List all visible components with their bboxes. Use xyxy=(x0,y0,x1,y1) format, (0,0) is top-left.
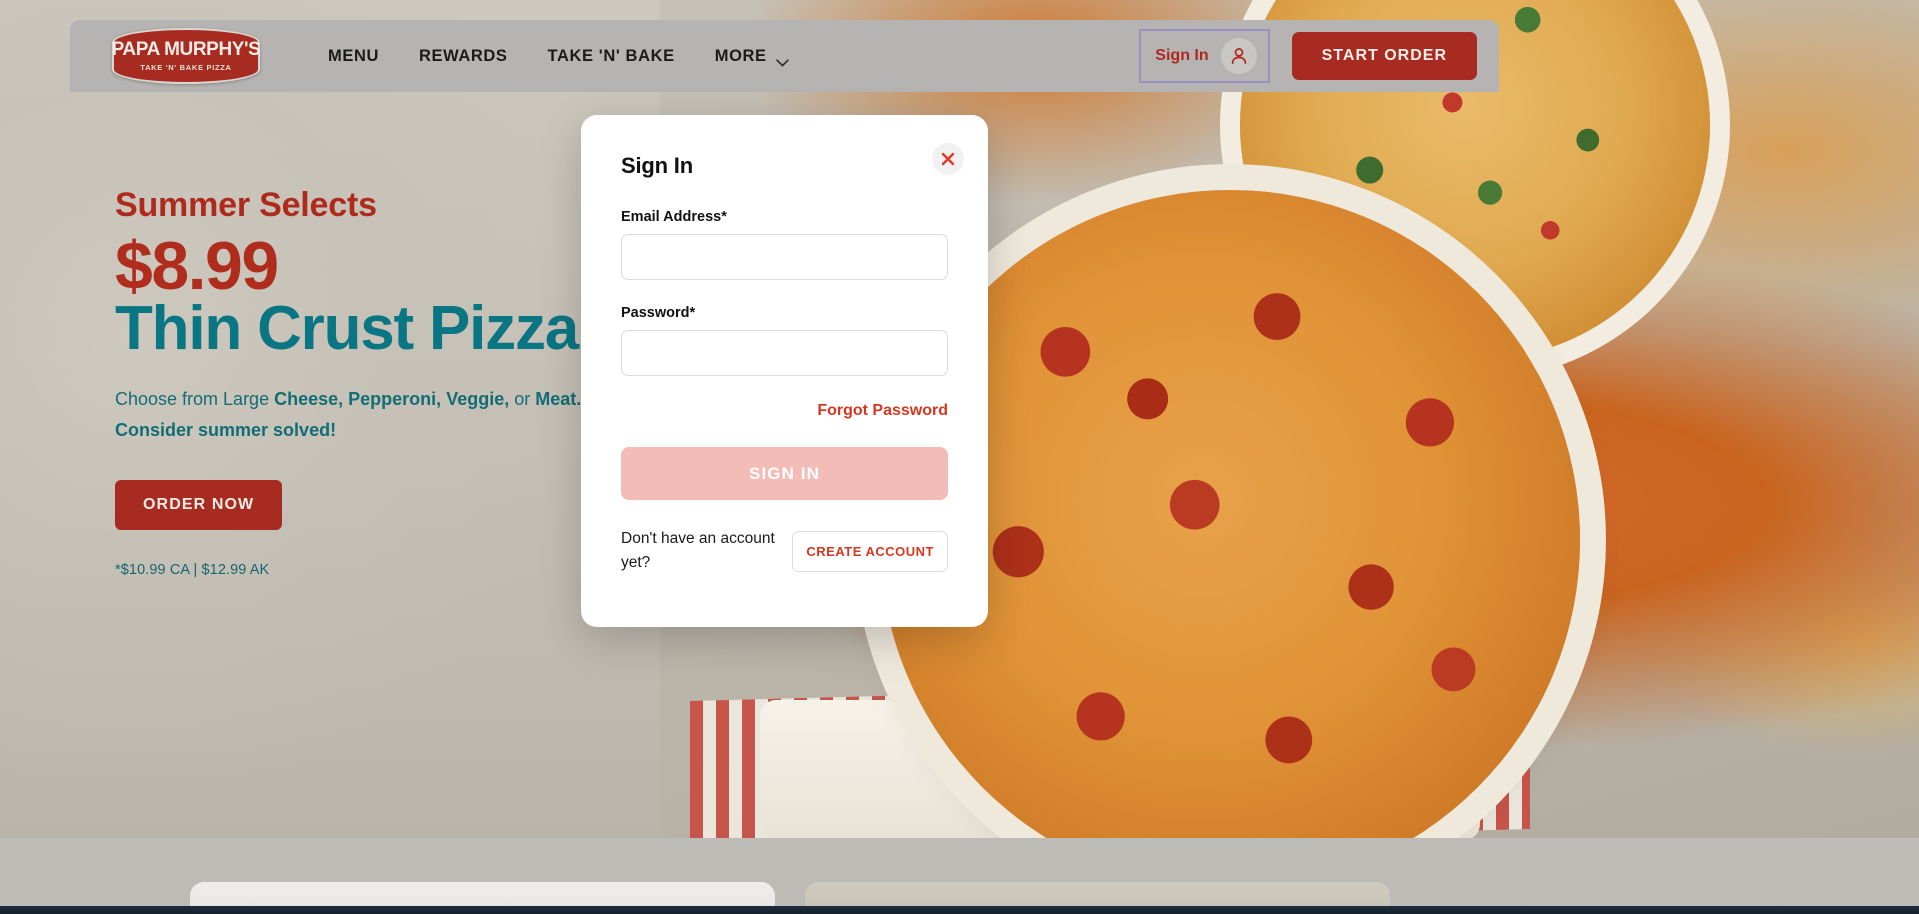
email-field-label: Email Address* xyxy=(621,209,727,225)
chevron-down-icon xyxy=(775,53,789,67)
lower-content-section xyxy=(0,838,1919,914)
modal-footer: Don't have an account yet? CREATE ACCOUN… xyxy=(621,527,948,575)
sign-in-modal: Sign In Email Address* Password* Forgot … xyxy=(581,115,988,627)
close-icon[interactable] xyxy=(932,143,964,175)
hero-desc-pepperoni: Pepperoni, xyxy=(348,388,442,409)
sign-in-nav-label: Sign In xyxy=(1155,47,1209,64)
hero-desc-line2: Consider summer solved! xyxy=(115,419,337,440)
start-order-button[interactable]: START ORDER xyxy=(1291,32,1477,80)
sign-in-submit-button[interactable]: SIGN IN xyxy=(621,447,948,500)
modal-title: Sign In xyxy=(621,153,693,178)
hero-desc-cheese: Cheese, xyxy=(274,388,344,409)
nav-item-take-n-bake-label: TAKE 'N' BAKE xyxy=(547,46,675,65)
papa-murphys-logo[interactable]: PAPA MURPHY'S TAKE 'N' BAKE PIZZA xyxy=(111,28,261,84)
order-now-button[interactable]: ORDER NOW xyxy=(115,479,283,530)
nav-item-more-label: MORE xyxy=(714,46,767,65)
nav-item-menu[interactable]: MENU xyxy=(328,47,379,66)
nav-item-rewards[interactable]: REWARDS xyxy=(419,47,508,66)
user-account-icon[interactable] xyxy=(1220,38,1257,74)
password-input[interactable] xyxy=(621,330,948,376)
password-field-group: Password* xyxy=(621,305,948,376)
sign-in-nav-button[interactable]: Sign In xyxy=(1139,29,1270,83)
hero-desc-meat: Meat. xyxy=(535,388,582,409)
logo-secondary-text: TAKE 'N' BAKE PIZZA xyxy=(140,63,232,72)
page-bottom-strip xyxy=(0,906,1919,914)
forgot-password-link[interactable]: Forgot Password xyxy=(621,402,948,420)
nav-links: MENU REWARDS TAKE 'N' BAKE MORE xyxy=(328,46,789,67)
nav-item-menu-label: MENU xyxy=(328,46,379,65)
email-input[interactable] xyxy=(621,234,948,280)
hero-desc-prefix: Choose from Large xyxy=(115,388,275,409)
nav-right-actions: Sign In START ORDER xyxy=(1139,29,1499,83)
hero-desc-veggie: Veggie, xyxy=(446,388,510,409)
create-account-button[interactable]: CREATE ACCOUNT xyxy=(792,530,948,572)
nav-item-rewards-label: REWARDS xyxy=(418,46,508,65)
password-field-label: Password* xyxy=(621,305,696,321)
top-navigation-bar: PAPA MURPHY'S TAKE 'N' BAKE PIZZA MENU R… xyxy=(70,20,1499,92)
hero-desc-mid: or xyxy=(509,388,536,409)
email-field-group: Email Address* xyxy=(621,209,948,280)
nav-item-more[interactable]: MORE xyxy=(714,46,789,67)
nav-item-take-n-bake[interactable]: TAKE 'N' BAKE xyxy=(548,47,675,66)
logo-primary-text: PAPA MURPHY'S xyxy=(111,39,261,60)
no-account-text: Don't have an account yet? xyxy=(621,530,775,572)
